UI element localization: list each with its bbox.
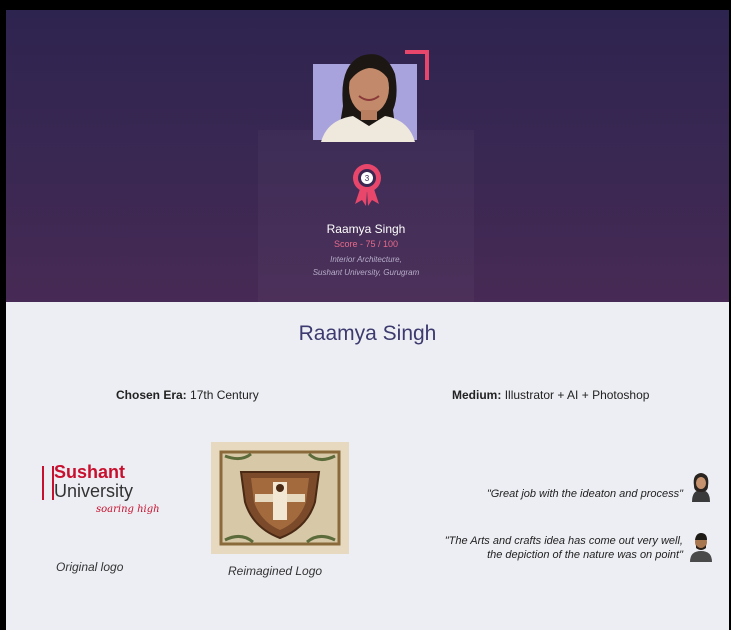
reimagined-logo-image	[211, 442, 349, 554]
logo-wordmark-top: Sushant	[54, 462, 126, 482]
profile-page: 3 Raamya Singh Score - 75 / 100 Interior…	[6, 10, 729, 630]
feedback-quote-line: the depiction of the nature was on point…	[487, 549, 683, 561]
hero-department: Interior Architecture,	[330, 255, 402, 264]
logo-tagline: soaring high	[96, 504, 160, 515]
portrait-image	[321, 54, 415, 142]
era-value: 17th Century	[190, 388, 259, 402]
original-logo: Sushant University soaring high	[38, 462, 168, 522]
hero-university: Sushant University, Gurugram	[312, 268, 420, 277]
details-section: Raamya Singh Chosen Era: 17th Century Me…	[6, 302, 729, 630]
chosen-era: Chosen Era: 17th Century	[116, 388, 259, 402]
medium: Medium: Illustrator + AI + Photoshop	[452, 388, 649, 402]
badge-rank: 3	[365, 174, 370, 183]
feedback-quote-line: "The Arts and crafts idea has come out v…	[444, 535, 683, 547]
student-name-heading: Raamya Singh	[298, 322, 437, 345]
logo-wordmark-bottom: University	[54, 481, 134, 501]
reviewer-avatar	[690, 533, 712, 562]
reviewer-avatar	[692, 473, 710, 502]
hero-banner: 3 Raamya Singh Score - 75 / 100 Interior…	[6, 10, 729, 302]
logo-bars	[42, 466, 54, 500]
reimagined-logo-caption: Reimagined Logo	[228, 564, 323, 578]
hero-score: Score - 75 / 100	[333, 239, 399, 249]
medium-label: Medium:	[452, 388, 502, 402]
rosette-badge-icon: 3	[353, 164, 381, 206]
feedback-quote: "The Arts and crafts idea has come out v…	[445, 534, 683, 562]
feedback-quote: "Great job with the ideaton and process"	[486, 488, 683, 500]
original-logo-caption: Original logo	[56, 560, 124, 574]
medium-value: Illustrator + AI + Photoshop	[504, 388, 650, 402]
hero-student-name: Raamya Singh	[326, 222, 406, 236]
era-label: Chosen Era:	[116, 388, 187, 402]
student-photo	[313, 26, 429, 142]
